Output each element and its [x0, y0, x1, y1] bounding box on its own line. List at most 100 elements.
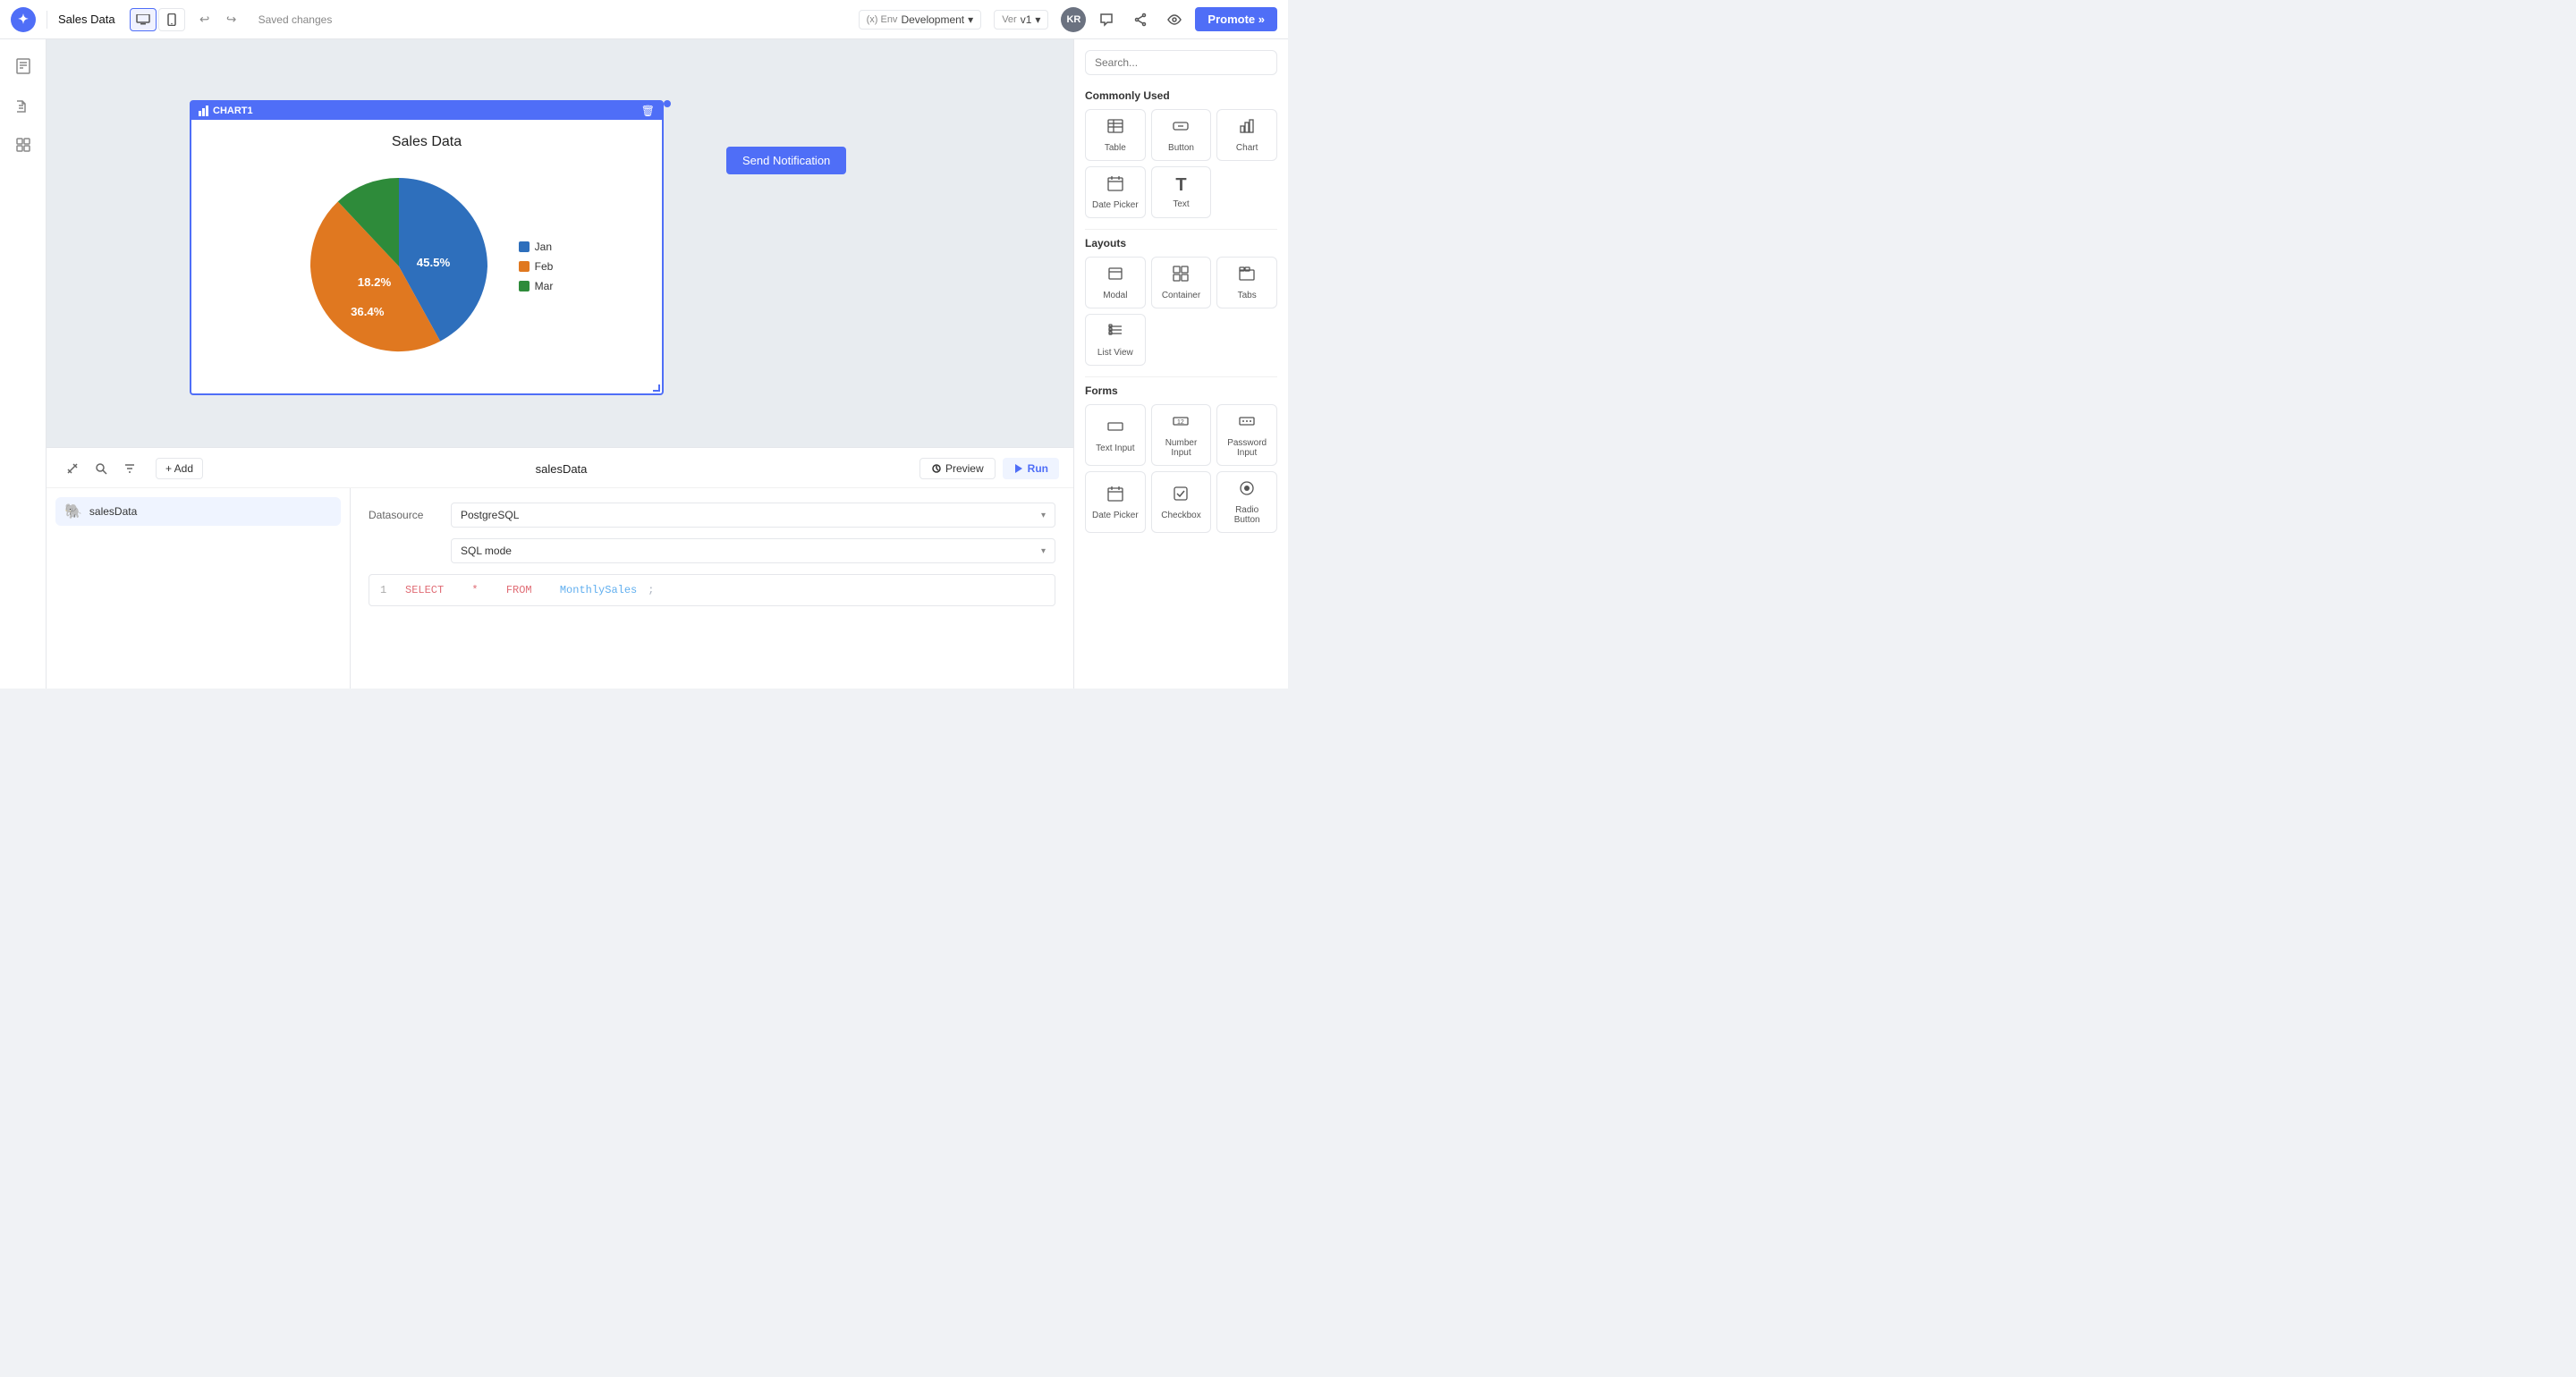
- pie-chart-svg: 45.5% 36.4% 18.2%: [301, 168, 497, 365]
- panel-tool-filter[interactable]: [118, 457, 141, 480]
- app-logo: ✦: [11, 7, 36, 32]
- query-name-label: salesData: [536, 462, 588, 476]
- layouts-grid: Modal Container Tabs: [1085, 257, 1277, 366]
- forms-section: Forms Text Input 12 Number Input: [1074, 381, 1288, 540]
- forms-datepicker-label: Date Picker: [1092, 511, 1139, 520]
- legend-color-mar: [519, 281, 530, 291]
- chart-component-item[interactable]: Chart: [1216, 109, 1277, 161]
- section-divider-1: [1085, 229, 1277, 230]
- chart-title: Sales Data: [206, 134, 648, 150]
- legend-jan: Jan: [519, 241, 554, 253]
- version-selector[interactable]: Ver v1 ▾: [994, 10, 1048, 30]
- panel-tools: [61, 457, 141, 480]
- datasource-row: Datasource PostgreSQL ▾: [369, 503, 1055, 528]
- query-item-label: salesData: [89, 505, 137, 518]
- promote-button[interactable]: Promote »: [1195, 7, 1277, 31]
- run-button[interactable]: Run: [1003, 458, 1059, 479]
- text-label: Text: [1173, 199, 1189, 209]
- env-prefix-label: (x) Env: [867, 14, 898, 25]
- panel-tool-search[interactable]: [89, 457, 113, 480]
- nav-buttons: ↩ ↪: [192, 8, 244, 31]
- section-divider-2: [1085, 376, 1277, 377]
- text-input-icon: [1106, 418, 1124, 440]
- number-input-component-item[interactable]: 12 Number Input: [1151, 404, 1212, 466]
- components-icon[interactable]: [7, 129, 39, 161]
- container-icon: [1172, 265, 1190, 287]
- checkbox-component-item[interactable]: Checkbox: [1151, 471, 1212, 533]
- sqlmode-row: SQL mode ▾: [369, 538, 1055, 563]
- chat-icon-button[interactable]: [1093, 6, 1120, 33]
- chart-component-label: CHART1: [199, 106, 253, 116]
- datepicker-component-item[interactable]: Date Picker: [1085, 166, 1146, 218]
- redo-button[interactable]: ↪: [219, 8, 244, 31]
- text-input-component-item[interactable]: Text Input: [1085, 404, 1146, 466]
- modal-component-item[interactable]: Modal: [1085, 257, 1146, 308]
- button-icon: [1172, 117, 1190, 139]
- table-component-item[interactable]: Table: [1085, 109, 1146, 161]
- forms-title: Forms: [1085, 384, 1277, 397]
- svg-text:12: 12: [1177, 419, 1184, 426]
- chart-delete-button[interactable]: 🗑: [641, 105, 655, 117]
- container-label: Container: [1162, 291, 1200, 300]
- bottom-panel: + Add salesData Preview Run: [47, 447, 1073, 688]
- datasource-select[interactable]: PostgreSQL ▾: [451, 503, 1055, 528]
- queries-icon[interactable]: [7, 89, 39, 122]
- desktop-view-button[interactable]: [130, 8, 157, 31]
- number-input-icon: 12: [1172, 412, 1190, 435]
- layouts-section: Layouts Modal Container: [1074, 233, 1288, 373]
- query-editor: Datasource PostgreSQL ▾ SQL mode ▾: [351, 488, 1073, 688]
- panel-tool-pin[interactable]: [61, 457, 84, 480]
- forms-datepicker-item[interactable]: Date Picker: [1085, 471, 1146, 533]
- undo-button[interactable]: ↩: [192, 8, 217, 31]
- container-component-item[interactable]: Container: [1151, 257, 1212, 308]
- bottom-panel-body: 🐘 salesData Datasource PostgreSQL ▾: [47, 488, 1073, 688]
- text-component-item[interactable]: T Text: [1151, 166, 1212, 218]
- main-layout: CHART1 🗑 Sales Data: [0, 39, 1288, 688]
- chart-icon: [1238, 117, 1256, 139]
- checkbox-icon: [1172, 485, 1190, 507]
- salesdata-query-item[interactable]: 🐘 salesData: [55, 497, 341, 526]
- forms-grid: Text Input 12 Number Input Password Inpu…: [1085, 404, 1277, 533]
- preview-icon-button[interactable]: [1161, 6, 1188, 33]
- pie-chart-area: 45.5% 36.4% 18.2% Jan Feb: [206, 161, 648, 379]
- datasource-label: Datasource: [369, 509, 440, 521]
- tabs-label: Tabs: [1238, 291, 1257, 300]
- env-value-label: Development: [901, 13, 964, 26]
- button-label: Button: [1168, 143, 1194, 153]
- password-input-icon: [1238, 412, 1256, 435]
- preview-button[interactable]: Preview: [919, 458, 996, 479]
- button-component-item[interactable]: Button: [1151, 109, 1212, 161]
- share-icon-button[interactable]: [1127, 6, 1154, 33]
- radio-component-item[interactable]: Radio Button: [1216, 471, 1277, 533]
- canvas-area[interactable]: CHART1 🗑 Sales Data: [47, 39, 1073, 688]
- env-selector[interactable]: (x) Env Development ▾: [859, 10, 982, 30]
- chart-component[interactable]: CHART1 🗑 Sales Data: [190, 100, 664, 395]
- pie-label-mar: 18.2%: [357, 275, 391, 289]
- sql-mode-select[interactable]: SQL mode ▾: [451, 538, 1055, 563]
- query-db-icon: 🐘: [64, 503, 82, 520]
- legend-color-feb: [519, 261, 530, 272]
- checkbox-label: Checkbox: [1161, 511, 1200, 520]
- pie-legend: Jan Feb Mar: [519, 241, 554, 292]
- chart-corner-handle[interactable]: [664, 100, 671, 107]
- tabs-component-item[interactable]: Tabs: [1216, 257, 1277, 308]
- app-title: Sales Data: [58, 13, 115, 26]
- sql-line-1: 1 SELECT * FROM MonthlySales ;: [380, 584, 1044, 596]
- modal-label: Modal: [1103, 291, 1127, 300]
- mobile-view-button[interactable]: [158, 8, 185, 31]
- env-chevron-icon: ▾: [968, 13, 973, 26]
- pages-icon[interactable]: [7, 50, 39, 82]
- password-input-component-item[interactable]: Password Input: [1216, 404, 1277, 466]
- radio-icon: [1238, 479, 1256, 502]
- layouts-title: Layouts: [1085, 237, 1277, 249]
- component-search-input[interactable]: [1085, 50, 1277, 75]
- resize-handle[interactable]: [653, 384, 660, 392]
- radio-label: Radio Button: [1221, 505, 1273, 525]
- sql-editor[interactable]: 1 SELECT * FROM MonthlySales ;: [369, 574, 1055, 606]
- commonly-used-grid: Table Button Chart: [1085, 109, 1277, 218]
- table-label: Table: [1105, 143, 1126, 153]
- add-query-button[interactable]: + Add: [156, 458, 203, 479]
- sql-line-number: 1: [380, 584, 394, 596]
- send-notification-button[interactable]: Send Notification: [726, 147, 846, 174]
- listview-component-item[interactable]: List View: [1085, 314, 1146, 366]
